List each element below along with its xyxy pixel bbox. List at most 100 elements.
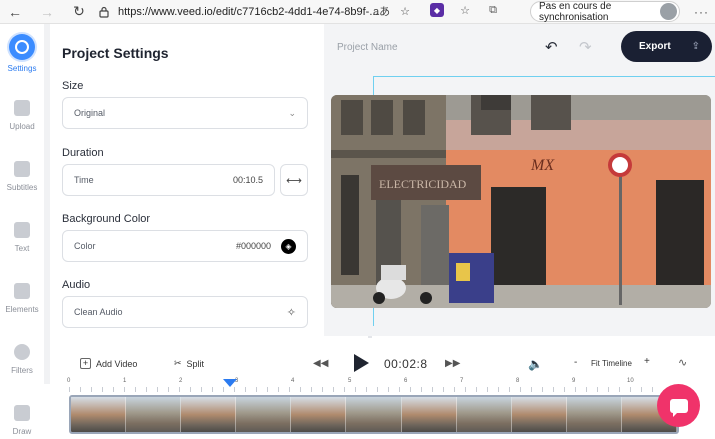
- clip-thumbnail: [401, 397, 457, 432]
- video-clip-track[interactable]: [69, 395, 679, 434]
- settings-icon: [9, 34, 35, 60]
- clip-thumbnail: [456, 397, 512, 432]
- chat-bubble-icon: [669, 398, 688, 417]
- size-value: Original: [74, 108, 106, 118]
- ruler-ticks: [69, 387, 659, 392]
- time-readout: 00:02:8: [384, 357, 428, 371]
- sidebar-item-draw[interactable]: Draw: [0, 405, 44, 436]
- play-icon[interactable]: [354, 354, 369, 372]
- profile-avatar: [660, 3, 677, 20]
- size-label: Size: [62, 80, 84, 92]
- collections-icon[interactable]: ⧉: [486, 3, 500, 17]
- back-icon[interactable]: ←: [6, 3, 24, 21]
- lock-icon: [99, 6, 109, 18]
- fast-forward-icon[interactable]: ▶▶: [445, 358, 460, 369]
- background-color-field[interactable]: Color #000000 ◈: [62, 230, 308, 262]
- timeline-ruler[interactable]: 0 1 2 3 4 5 6 7 8 9 10: [67, 378, 659, 392]
- clip-thumbnail: [71, 397, 127, 432]
- filters-icon: [14, 344, 30, 360]
- audio-label: Audio: [62, 279, 91, 291]
- tick-label: 6: [404, 378, 408, 384]
- sidebar-item-upload[interactable]: Upload: [0, 100, 44, 131]
- redo-icon[interactable]: ↷: [579, 38, 592, 56]
- video-preview[interactable]: ELECTRICIDAD MX: [331, 95, 711, 308]
- split-button[interactable]: ✂ Split: [174, 358, 204, 369]
- panel-title: Project Settings: [62, 45, 169, 61]
- undo-icon[interactable]: ↶: [545, 38, 558, 56]
- scissors-icon: ✂: [174, 358, 182, 368]
- left-sidebar: Settings Upload Subtitles Text Elements …: [0, 24, 44, 439]
- sync-status-label: Pas en cours de synchronisation: [539, 0, 612, 23]
- clip-thumbnail: [566, 397, 622, 432]
- sidebar-item-label: Elements: [5, 305, 39, 314]
- chevron-down-icon: ⌄: [288, 107, 296, 118]
- preview-area: Project Name ↶ ↷ Export ⇪ ELECTRICIDAD M…: [324, 24, 715, 336]
- tick-label: 1: [123, 378, 127, 384]
- svg-text:ELECTRICIDAD: ELECTRICIDAD: [379, 177, 467, 191]
- tick-label: 9: [572, 378, 576, 384]
- sidebar-item-filters[interactable]: Filters: [0, 344, 44, 375]
- subtitles-icon: [14, 161, 30, 177]
- text-icon: [14, 222, 30, 238]
- tick-label: 4: [291, 378, 295, 384]
- sidebar-item-text[interactable]: Text: [0, 222, 44, 253]
- alignment-guide-horizontal: [373, 76, 715, 77]
- fit-duration-button[interactable]: ⟷: [280, 164, 308, 196]
- extension-icon[interactable]: ◆: [430, 3, 444, 17]
- sparkle-icon: ✧: [286, 306, 296, 319]
- clean-audio-label: Clean Audio: [74, 307, 123, 317]
- split-label: Split: [186, 358, 205, 369]
- clip-thumbnail: [236, 397, 292, 432]
- tick-label: 10: [627, 378, 634, 384]
- playhead-handle[interactable]: [223, 379, 237, 387]
- favorite-add-icon[interactable]: ☆: [400, 5, 410, 18]
- duration-value: 00:10.5: [232, 175, 263, 185]
- clean-audio-button[interactable]: Clean Audio ✧: [62, 296, 308, 328]
- clip-thumbnail: [511, 397, 567, 432]
- sidebar-item-label: Text: [14, 244, 30, 253]
- export-button[interactable]: Export ⇪: [621, 31, 712, 62]
- chat-support-button[interactable]: [657, 384, 700, 427]
- duration-field-label: Time: [74, 175, 94, 185]
- sidebar-item-label: Draw: [12, 427, 32, 436]
- forward-icon[interactable]: →: [38, 3, 56, 21]
- zoom-out-button[interactable]: -: [574, 357, 577, 368]
- tick-label: 8: [516, 378, 520, 384]
- color-field-label: Color: [74, 241, 96, 251]
- waveform-icon[interactable]: ∿: [678, 356, 687, 369]
- add-video-button[interactable]: + Add Video: [80, 358, 137, 369]
- fit-timeline-button[interactable]: Fit Timeline: [591, 359, 632, 368]
- elements-icon: [14, 283, 30, 299]
- color-hex-value: #000000: [235, 241, 271, 251]
- favorites-icon[interactable]: ☆: [458, 3, 472, 17]
- project-settings-panel: Project Settings Size Original ⌄ Duratio…: [50, 24, 372, 356]
- upload-arrow-icon: ⇪: [691, 41, 700, 52]
- duration-field[interactable]: Time 00:10.5: [62, 164, 275, 196]
- zoom-in-button[interactable]: +: [644, 356, 650, 367]
- sidebar-item-subtitles[interactable]: Subtitles: [0, 161, 44, 192]
- sidebar-item-label: Filters: [11, 366, 33, 375]
- clip-thumbnail: [346, 397, 402, 432]
- read-aloud-icon[interactable]: aあ: [373, 3, 390, 19]
- reload-icon[interactable]: ↻: [70, 3, 88, 21]
- draw-icon: [14, 405, 30, 421]
- size-select[interactable]: Original ⌄: [62, 97, 308, 129]
- background-color-label: Background Color: [62, 213, 151, 225]
- sidebar-item-label: Upload: [9, 122, 35, 131]
- clip-thumbnail: [181, 397, 237, 432]
- add-video-label: Add Video: [96, 358, 138, 369]
- sidebar-item-settings[interactable]: Settings: [0, 34, 44, 73]
- volume-icon[interactable]: 🔈: [528, 357, 543, 371]
- clip-thumbnail: [126, 397, 182, 432]
- color-picker-icon[interactable]: ◈: [281, 238, 296, 254]
- rewind-icon[interactable]: ◀◀: [313, 358, 328, 369]
- timeline: + Add Video ✂ Split ◀◀ 00:02:8 ▶▶ 🔈 - Fi…: [50, 338, 715, 439]
- tick-label: 0: [67, 378, 71, 384]
- horizontal-arrows-icon: ⟷: [286, 174, 302, 187]
- project-name-input[interactable]: Project Name: [337, 42, 398, 53]
- sync-status-button[interactable]: Pas en cours de synchronisation: [530, 0, 680, 23]
- tick-label: 7: [460, 378, 464, 384]
- more-menu-icon[interactable]: ···: [694, 5, 709, 19]
- sidebar-item-elements[interactable]: Elements: [0, 283, 44, 314]
- tick-label: 5: [348, 378, 352, 384]
